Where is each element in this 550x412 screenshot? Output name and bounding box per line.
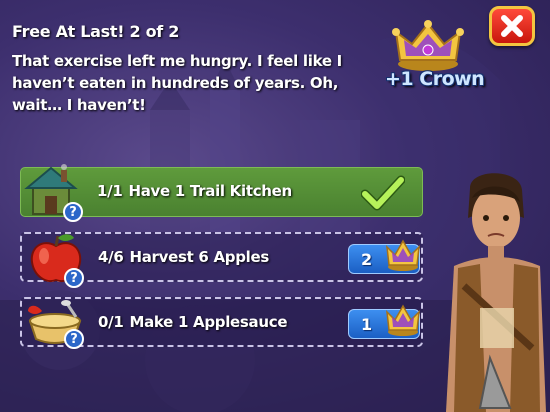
task-row: ? 1/1 Have 1 Trail Kitchen (20, 164, 423, 222)
task-progress: 4/6 (98, 248, 124, 266)
checkmark-icon (361, 175, 405, 211)
task-progress: 1/1 (97, 182, 123, 200)
task-label: 1/1 Have 1 Trail Kitchen (97, 182, 292, 200)
skip-task-button[interactable]: 2 (348, 239, 420, 274)
quest-description: That exercise left me hungry. I feel lik… (12, 52, 342, 114)
crown-icon (386, 304, 420, 336)
skip-cost: 1 (361, 315, 373, 334)
task-text: Have 1 Trail Kitchen (128, 182, 292, 200)
help-badge[interactable]: ? (64, 268, 84, 288)
task-row: ? 0/1 Make 1 Applesauce 1 (20, 297, 423, 349)
task-text: Make 1 Applesauce (129, 313, 288, 331)
task-label: 4/6 Harvest 6 Apples (98, 248, 269, 266)
task-text: Harvest 6 Apples (129, 248, 269, 266)
close-icon (501, 15, 523, 37)
task-progress: 0/1 (98, 313, 124, 331)
crown-icon (392, 20, 464, 71)
close-button[interactable] (489, 6, 535, 46)
skip-cost: 2 (361, 250, 373, 269)
reward-label: +1 Crown (385, 68, 485, 90)
crown-icon (386, 239, 420, 271)
help-badge[interactable]: ? (64, 329, 84, 349)
quest-title: Free At Last! 2 of 2 (12, 22, 180, 41)
task-row: ? 4/6 Harvest 6 Apples 2 (20, 232, 423, 288)
quest-character-portrait (446, 173, 546, 412)
task-label: 0/1 Make 1 Applesauce (98, 313, 288, 331)
skip-task-button[interactable]: 1 (348, 304, 420, 339)
help-badge[interactable]: ? (63, 202, 83, 222)
